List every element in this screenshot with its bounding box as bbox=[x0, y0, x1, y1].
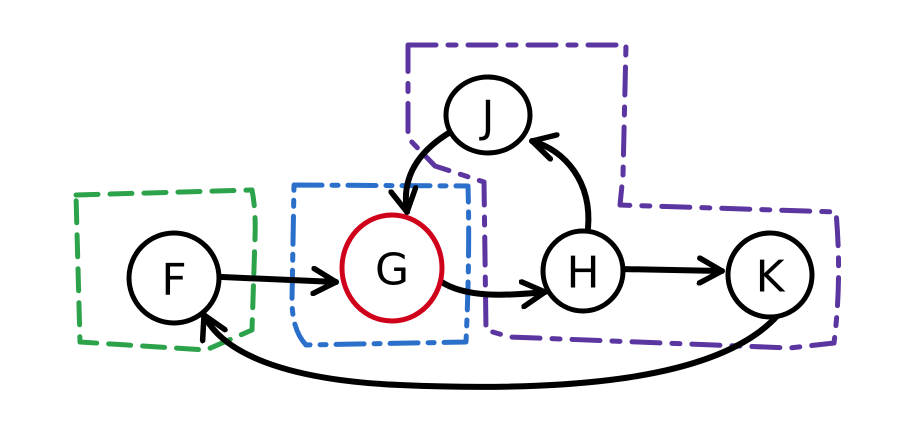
edge-h-to-j bbox=[529, 141, 592, 231]
node-f[interactable]: F bbox=[126, 230, 222, 326]
node-h[interactable]: H bbox=[540, 228, 626, 314]
edge-k-to-f bbox=[204, 312, 781, 390]
node-j[interactable]: J bbox=[443, 74, 533, 156]
node-g-label: G bbox=[375, 245, 409, 296]
node-k[interactable]: K bbox=[725, 230, 815, 320]
edge-g-to-h bbox=[437, 278, 548, 295]
node-j-label: J bbox=[479, 92, 495, 143]
node-h-label: H bbox=[566, 248, 599, 299]
node-f-label: F bbox=[161, 255, 186, 306]
edge-f-to-g bbox=[219, 277, 339, 282]
graph-diagram: F G H J K bbox=[73, 42, 842, 390]
edge-h-to-k bbox=[617, 269, 725, 271]
node-k-label: K bbox=[756, 252, 786, 303]
node-g[interactable]: G bbox=[339, 212, 445, 324]
